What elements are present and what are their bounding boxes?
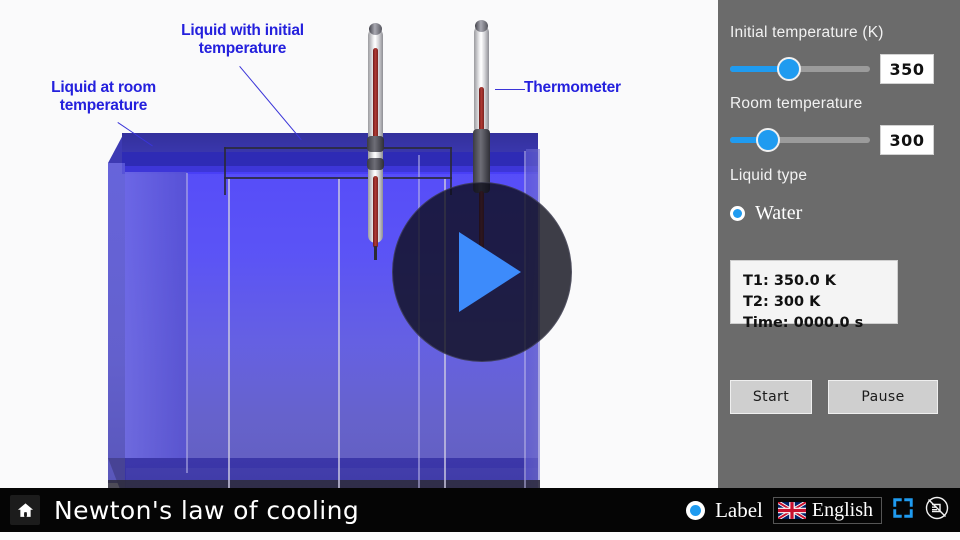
annotation-liquid-initial: Liquid with initial temperature [181,22,304,57]
initial-temperature-row: 350 [730,54,934,84]
initial-temperature-label: Initial temperature (K) [730,24,884,41]
initial-temperature-slider-thumb[interactable] [776,57,801,81]
vessel-base [108,480,540,488]
readout-t2: T2: 300 K [743,294,821,311]
glass-edge [186,173,188,473]
label-toggle-text: Label [715,497,763,522]
thermometer-mercury [479,87,484,133]
radio-selected-icon[interactable] [730,206,745,221]
thermometer-tip [374,246,377,260]
play-icon [459,232,521,312]
thermometer-cap [475,20,488,32]
footer-gap [0,532,960,540]
vessel-left-wall [108,163,125,483]
language-selector[interactable]: English [772,496,882,524]
wire-frame-top [224,147,452,149]
readout-box: T1: 350.0 K T2: 300 K Time: 0000.0 s [730,260,898,331]
start-button[interactable]: Start [730,380,812,414]
thermometer-mercury [373,176,378,248]
pause-button[interactable]: Pause [828,380,938,414]
readout-t1: T1: 350.0 K [743,273,836,289]
annotation-thermometer: Thermometer [524,79,621,96]
fullscreen-icon [893,497,913,518]
liquid-type-option-water[interactable]: Water [730,202,802,225]
annotation-liquid-room: Liquid at room temperature [51,79,156,114]
room-temperature-label: Room temperature [730,95,863,112]
uk-flag-icon [777,501,806,519]
simulation-stage: Liquid at room temperature Liquid with i… [0,0,718,488]
liquid-type-label: Liquid type [730,167,808,184]
liquid-left-shade [125,172,187,468]
room-temperature-row: 300 [730,125,934,155]
fullscreen-button[interactable] [892,497,914,524]
liquid-type-option-label: Water [755,202,803,224]
bottom-bar: Newton's law of cooling Label English [0,488,960,532]
initial-temperature-value[interactable]: 350 [880,54,934,84]
room-temperature-value[interactable]: 300 [880,125,934,155]
language-name: English [811,498,873,521]
wire-frame-left [224,147,226,195]
page-title: Newton's law of cooling [54,495,360,525]
cast-off-icon [925,496,949,519]
label-toggle-radio[interactable] [686,500,706,520]
thermometer-mercury [373,48,378,146]
cast-button[interactable] [924,495,950,526]
home-icon [17,502,33,517]
room-temperature-slider[interactable] [730,128,870,152]
suspension-wire [338,179,340,488]
home-button[interactable] [10,495,40,525]
thermometer-inner [367,23,384,268]
leader-line-thermometer [495,89,525,91]
play-button[interactable] [392,182,572,362]
readout-time: Time: 0000.0 s [743,315,864,332]
bottom-bar-right: Label English [686,495,960,526]
leader-line-initial [238,66,302,141]
thermometer-clamp [367,136,384,152]
initial-temperature-slider[interactable] [730,57,870,81]
thermometer-cap [369,23,382,35]
room-temperature-slider-thumb[interactable] [755,128,780,152]
control-panel: Initial temperature (K) 350 Room tempera… [718,0,960,488]
suspension-wire [228,179,230,488]
thermometer-clamp [367,158,384,170]
